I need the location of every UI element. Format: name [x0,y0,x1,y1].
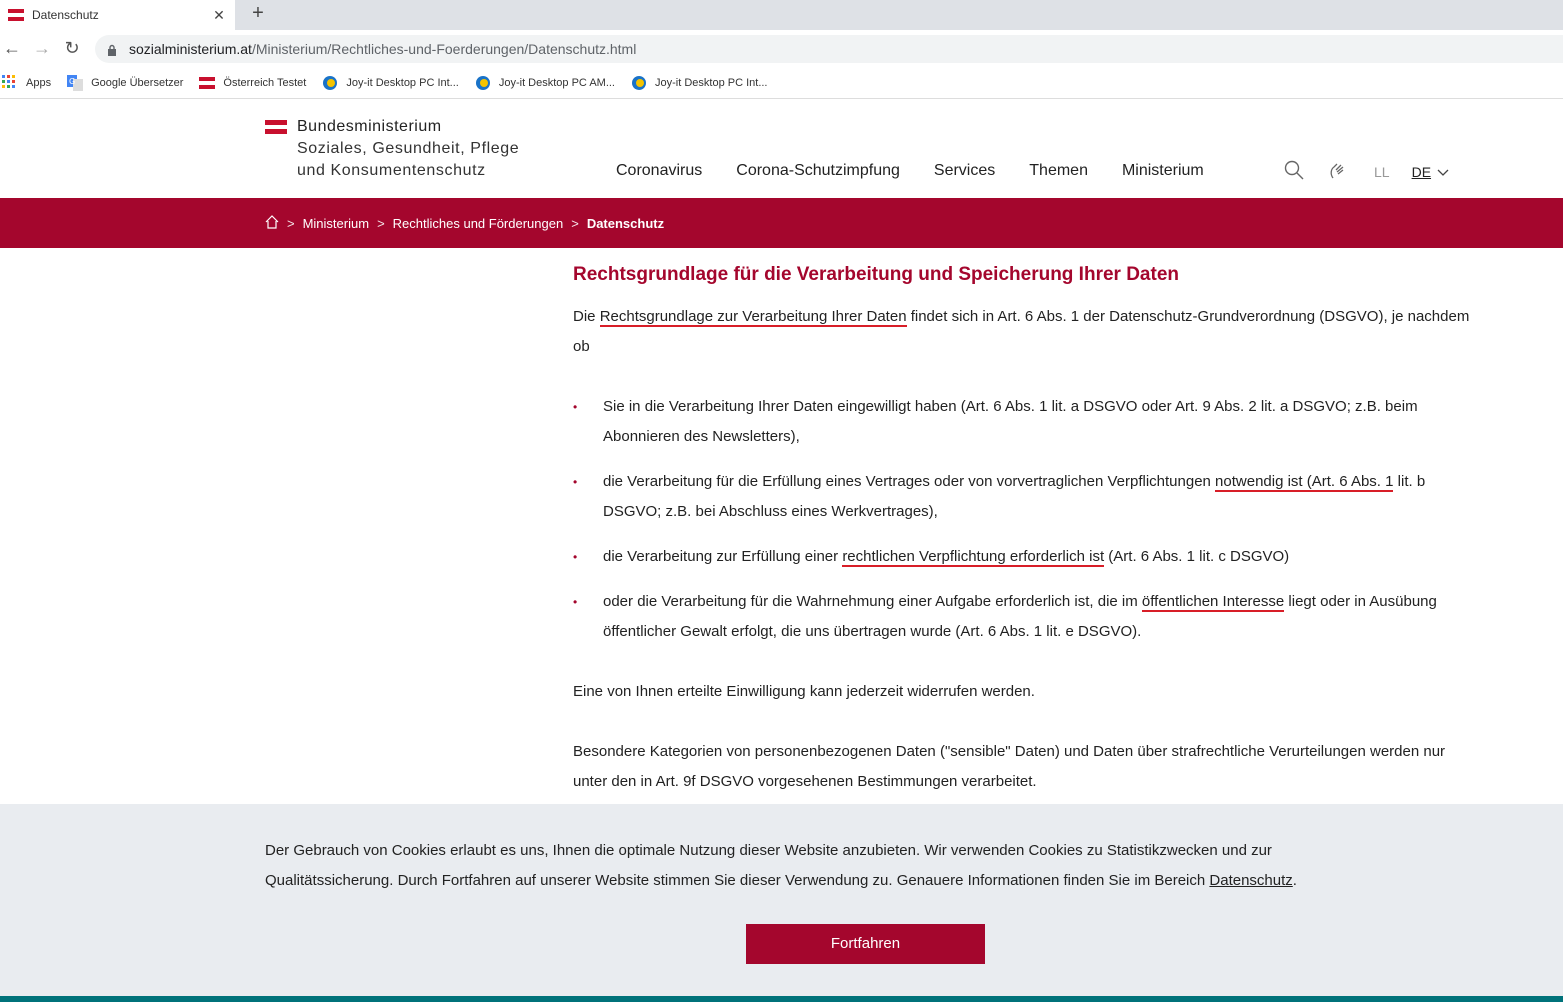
list-item-text: Sie in die Verarbeitung Ihrer Daten eing… [603,398,1418,445]
cookie-privacy-link[interactable]: Datenschutz [1209,872,1292,889]
bookmarks-bar: Apps G Google Übersetzer Österreich Test… [0,67,1563,99]
annotation-underline: rechtlichen Verpflichtung erforderlich i… [842,548,1105,567]
bookmark-apps[interactable]: Apps [2,74,52,91]
logo-line-3: und Konsumentenschutz [297,162,486,179]
address-bar[interactable]: sozialministerium.at /Ministerium/Rechtl… [95,35,1563,63]
breadcrumb-separator: > [287,215,295,231]
url-host: sozialministerium.at [129,41,252,57]
list-item-text: die Verarbeitung für die Erfüllung eines… [603,473,1216,490]
sensitive-data-paragraph: Besondere Kategorien von personenbezogen… [573,743,1446,790]
joyit-icon [322,75,338,91]
bookmark-google-translate[interactable]: G Google Übersetzer [67,74,184,91]
breadcrumb-current: Datenschutz [586,215,665,231]
list-item: die Verarbeitung für die Erfüllung eines… [573,467,1473,527]
list-item: die Verarbeitung zur Erfüllung einer rec… [573,542,1473,572]
logo-line-1: Bundesministerium [297,118,442,135]
chevron-down-icon [1437,164,1449,180]
svg-text:G: G [69,77,75,86]
list-item-text: oder die Verarbeitung für die Wahrnehmun… [603,593,1142,610]
bookmark-joyit-2[interactable]: Joy-it Desktop PC AM... [475,75,615,91]
sign-language-icon[interactable] [1328,160,1346,183]
bookmark-label: Joy-it Desktop PC Int... [655,76,768,89]
search-icon[interactable] [1284,160,1304,183]
language-selector[interactable]: DE [1412,164,1449,180]
site-header: Bundesministerium Soziales, Gesundheit, … [0,100,1563,198]
footer-strip [0,996,1563,1002]
joyit-icon [475,75,491,91]
section-heading: Rechtsgrundlage für die Verarbeitung und… [573,264,1179,285]
new-tab-button[interactable]: + [248,2,268,25]
main-nav: Coronavirus Corona-Schutzimpfung Service… [616,162,1238,180]
forward-arrow-icon[interactable]: → [30,36,54,60]
url-path: /Ministerium/Rechtliches-und-Foerderunge… [251,41,637,57]
nav-coronavirus[interactable]: Coronavirus [616,162,702,180]
lock-icon [107,43,117,56]
consent-paragraph: Eine von Ihnen erteilte Einwilligung kan… [573,683,1035,700]
nav-ministerium[interactable]: Ministerium [1122,162,1204,180]
legal-basis-list: Sie in die Verarbeitung Ihrer Daten eing… [573,392,1473,647]
bookmark-label: Apps [26,76,52,89]
home-icon[interactable] [265,214,279,232]
browser-toolbar: ← → ↻ sozialministerium.at /Ministerium/… [0,30,1563,67]
tab-title: Datenschutz [32,8,99,22]
breadcrumb-separator: > [571,215,579,231]
header-tools: LL DE [1284,160,1449,183]
bookmark-label: Google Übersetzer [91,76,184,89]
tab-close-icon[interactable]: ✕ [211,7,227,24]
breadcrumb-separator: > [377,215,385,231]
joyit-icon [631,75,647,91]
cookie-message-tail: . [1292,872,1297,889]
nav-services[interactable]: Services [934,162,995,180]
austria-flag-icon [199,75,216,91]
list-item: oder die Verarbeitung für die Wahrnehmun… [573,587,1473,647]
list-item-text: (Art. 6 Abs. 1 lit. c DSGVO) [1104,548,1290,565]
austria-flag-icon [8,9,24,21]
language-label: DE [1411,163,1432,180]
breadcrumb-ministerium[interactable]: Ministerium [303,216,369,231]
intro-text: Die [573,308,600,325]
bookmark-label: Joy-it Desktop PC AM... [498,76,615,89]
browser-tab[interactable]: Datenschutz ✕ [0,0,235,30]
apps-grid-icon [2,74,18,91]
annotation-underline: Rechtsgrundlage zur Verarbeitung Ihrer D… [599,308,907,327]
bookmark-joyit-3[interactable]: Joy-it Desktop PC Int... [631,75,767,91]
browser-tabbar: Datenschutz ✕ + [0,0,1563,30]
logo-line-2: Soziales, Gesundheit, Pflege [297,140,520,157]
translate-icon: G [67,74,84,91]
bookmark-label: Joy-it Desktop PC Int... [346,76,459,89]
fortfahren-button[interactable]: Fortfahren [746,924,985,964]
annotation-underline: notwendig ist (Art. 6 Abs. 1 [1215,473,1394,492]
bookmark-label: Österreich Testet [223,76,307,89]
bookmark-oesterreich-testet[interactable]: Österreich Testet [199,75,306,91]
cookie-message: Der Gebrauch von Cookies erlaubt es uns,… [265,842,1272,889]
intro-paragraph: Die Rechtsgrundlage zur Verarbeitung Ihr… [573,302,1473,362]
cookie-banner: Der Gebrauch von Cookies erlaubt es uns,… [0,804,1563,996]
breadcrumb: > Ministerium > Rechtliches und Förderun… [265,198,664,248]
easy-language-link[interactable]: LL [1374,164,1390,180]
main-content: Rechtsgrundlage für die Verarbeitung und… [573,248,1473,827]
cookie-text: Der Gebrauch von Cookies erlaubt es uns,… [265,836,1395,896]
nav-corona-schutzimpfung[interactable]: Corona-Schutzimpfung [736,162,900,180]
back-arrow-icon[interactable]: ← [0,36,24,60]
nav-themen[interactable]: Themen [1029,162,1088,180]
annotation-underline: öffentlichen Interesse [1141,593,1285,612]
breadcrumb-bar: > Ministerium > Rechtliches und Förderun… [0,198,1563,248]
list-item: Sie in die Verarbeitung Ihrer Daten eing… [573,392,1473,452]
austria-flag-icon [265,120,287,134]
list-item-text: die Verarbeitung zur Erfüllung einer [603,548,843,565]
reload-icon[interactable]: ↻ [60,36,84,60]
breadcrumb-rechtliches[interactable]: Rechtliches und Förderungen [393,216,564,231]
bookmark-joyit-1[interactable]: Joy-it Desktop PC Int... [322,75,459,91]
